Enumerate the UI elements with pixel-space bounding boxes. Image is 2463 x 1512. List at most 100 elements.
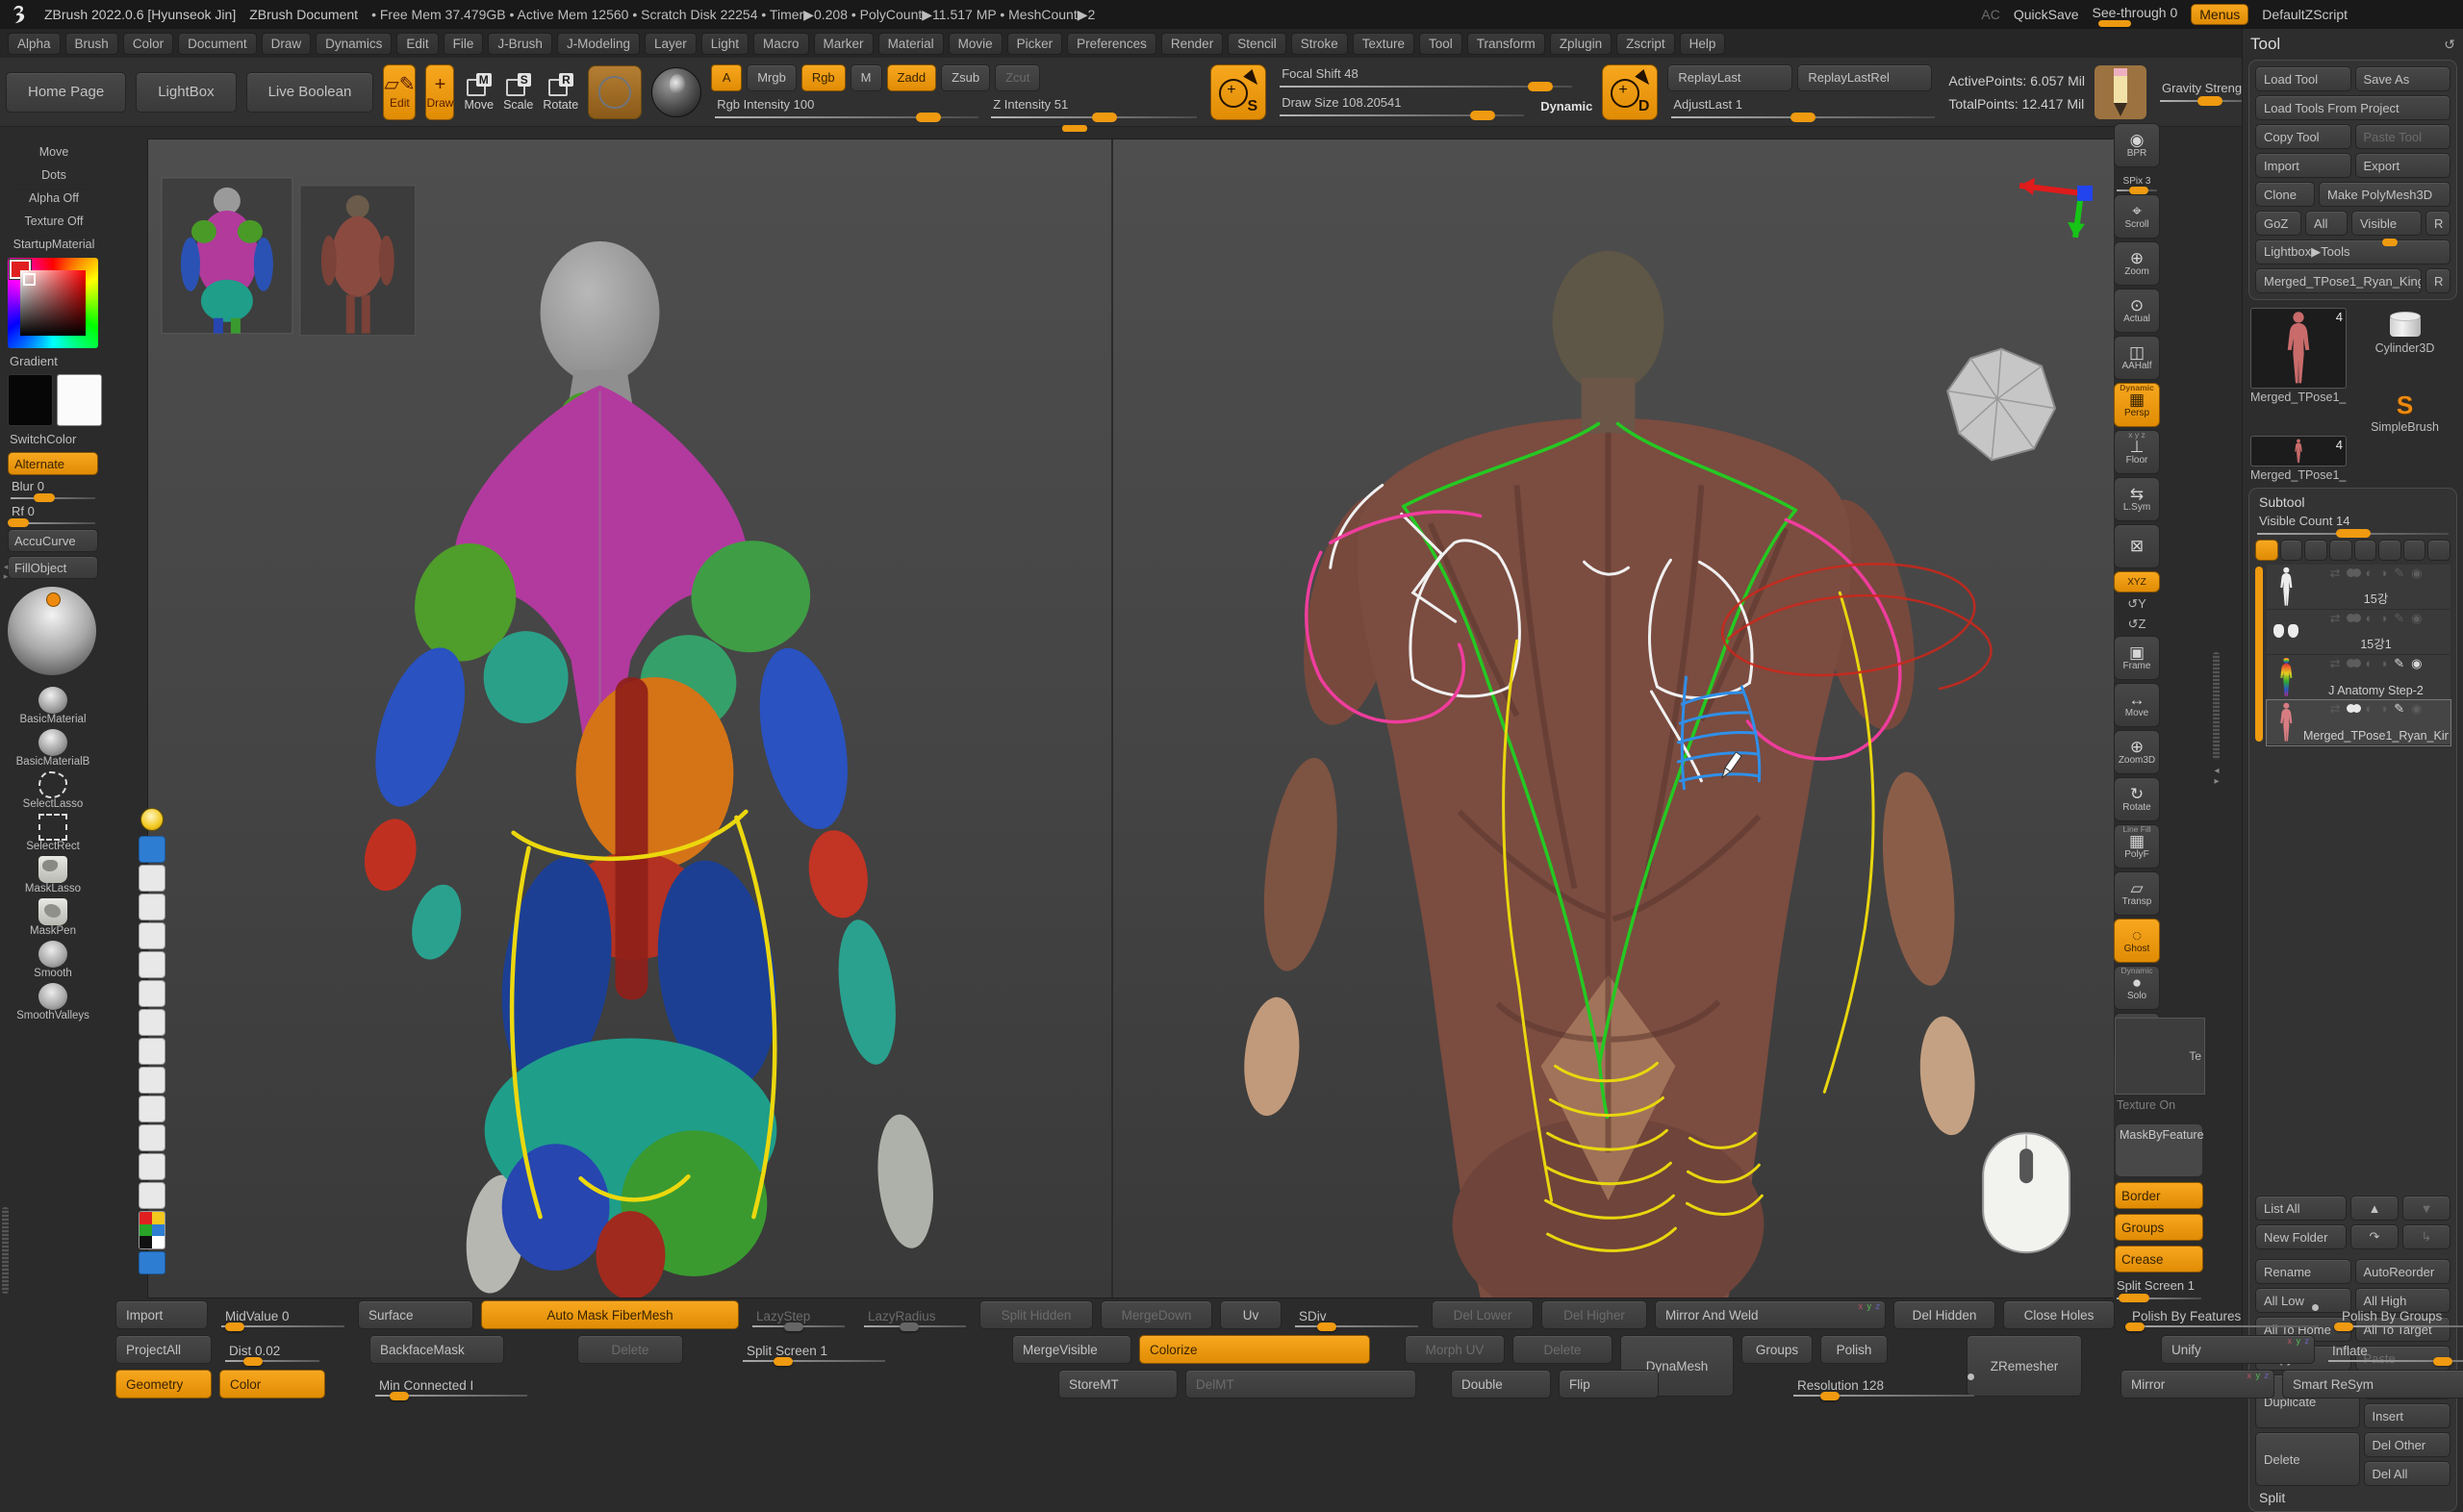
home-page-button[interactable]: Home Page — [6, 72, 126, 113]
left-shelf-thumbnail[interactable]: Texture Off — [8, 212, 100, 231]
bottom-shelf-button[interactable]: Inflatex y z — [2323, 1335, 2463, 1364]
right-tray-divider-arrows[interactable]: ◂▸ — [2210, 766, 2223, 787]
rf-slider[interactable]: Rf 0 — [8, 504, 98, 525]
bottom-shelf-button[interactable]: Uv — [1220, 1300, 1282, 1329]
bottom-shelf-button[interactable]: Min Connected I — [369, 1370, 533, 1399]
15강[interactable]: ⇄ ◐ ◑ ✎ ◉ 15강 — [2267, 565, 2450, 610]
bottom-shelf-button[interactable]: Del Lower — [1432, 1300, 1534, 1329]
export-button[interactable]: Export — [2355, 153, 2451, 178]
move-mode-button[interactable]: M Move — [464, 65, 494, 119]
switch-color-swatches[interactable] — [8, 374, 104, 426]
texture-preview-box[interactable]: Te — [2115, 1018, 2205, 1095]
reorder-icon[interactable]: ⇄ — [2330, 567, 2341, 579]
active-tool-r-button[interactable]: R — [2425, 268, 2450, 293]
split-section-label[interactable]: Split — [2259, 1490, 2450, 1505]
bottom-shelf-button[interactable]: Colorize — [1139, 1335, 1370, 1364]
right-shelf-button[interactable]: ⇆ L.Sym — [2114, 477, 2160, 521]
menu-item[interactable]: Macro — [753, 33, 809, 55]
image-icon[interactable] — [139, 1153, 165, 1180]
document-canvas[interactable] — [147, 139, 2113, 1298]
menu-item[interactable]: Light — [701, 33, 749, 55]
bottom-shelf-button[interactable]: Dist 0.02 — [219, 1335, 325, 1364]
right-shelf-button[interactable]: SPix 3 — [2115, 170, 2159, 191]
menu-item[interactable]: File — [444, 33, 484, 55]
left-shelf-thumbnail[interactable]: Dots — [8, 165, 100, 185]
bottom-shelf-button[interactable]: Import — [115, 1300, 208, 1329]
mask-by-feature-button[interactable]: MaskByFeature — [2115, 1123, 2203, 1177]
menu-item[interactable]: J-Modeling — [557, 33, 640, 55]
eye-icon[interactable]: ◉ — [2411, 702, 2422, 715]
bottom-shelf-button[interactable]: MergeVisible — [1012, 1335, 1131, 1364]
right-shelf-button[interactable]: ⊕ Zoom — [2114, 241, 2160, 286]
menu-item[interactable]: Texture — [1353, 33, 1414, 55]
bottom-shelf-button[interactable]: Surface — [358, 1300, 473, 1329]
bottom-shelf-button[interactable]: SDiv — [1289, 1300, 1424, 1329]
goz-r-button[interactable]: R — [2425, 211, 2450, 236]
menu-item[interactable]: Transform — [1467, 33, 1545, 55]
menu-item[interactable]: Picker — [1007, 33, 1063, 55]
mrgb-button[interactable]: Mrgb — [747, 64, 797, 91]
bottom-shelf-button[interactable]: Polish By Features — [2122, 1300, 2324, 1329]
menu-item[interactable]: Color — [123, 33, 173, 55]
right-shelf-button[interactable]: ◌ Ghost — [2114, 919, 2160, 963]
bottom-shelf-button[interactable]: LazyStep — [747, 1300, 851, 1329]
menu-item[interactable]: J-Brush — [488, 33, 552, 55]
canvas-left-view[interactable] — [148, 139, 1111, 1298]
accucurve-button[interactable]: AccuCurve — [8, 529, 98, 552]
reorder-icon[interactable]: ⇄ — [2330, 702, 2341, 715]
left-shelf-quick-item[interactable]: MaskPen — [8, 895, 98, 937]
reorder-icon[interactable]: ⇄ — [2330, 612, 2341, 624]
split-view-divider[interactable] — [1111, 139, 1113, 1298]
pen-icon[interactable] — [139, 894, 165, 920]
left-tray-scrollbar[interactable] — [2, 1207, 9, 1294]
current-material-sphere[interactable] — [651, 67, 701, 117]
texture-on-label[interactable]: Texture On — [2117, 1098, 2207, 1112]
replaylastrel-button[interactable]: ReplayLastRel — [1797, 64, 1932, 91]
replaylast-button[interactable]: ReplayLast — [1667, 64, 1792, 91]
menu-item[interactable]: Draw — [262, 33, 312, 55]
draw-size-slider[interactable]: Draw Size 108.20541 — [1276, 95, 1528, 118]
J Anatomy Step-2[interactable]: ⇄ ◐ ◑ ✎ ◉ J Anatomy Step-2 — [2267, 655, 2450, 700]
menu-item[interactable]: Preferences — [1067, 33, 1156, 55]
15강1[interactable]: ⇄ ◐ ◑ ✎ ◉ 15강1 — [2267, 610, 2450, 655]
left-shelf-quick-item[interactable]: SelectLasso — [8, 768, 98, 810]
fillobject-button[interactable]: FillObject — [8, 556, 98, 579]
menu-item[interactable]: Alpha — [8, 33, 61, 55]
eye-icon[interactable]: ◉ — [2411, 612, 2422, 624]
annotation-active-color[interactable] — [139, 1251, 165, 1274]
copy-tool-button[interactable]: Copy Tool — [2255, 124, 2351, 149]
bottom-shelf-button[interactable]: Geometry — [115, 1370, 212, 1399]
canvas-right-view[interactable] — [1113, 139, 2114, 1298]
eye-icon[interactable]: ◉ — [2411, 567, 2422, 579]
subtool-view-tab[interactable] — [2403, 540, 2426, 561]
shade-icon[interactable]: ◐ — [2365, 567, 2373, 579]
lightbox-tools-button[interactable]: Lightbox▶Tools — [2255, 239, 2450, 265]
bottom-shelf-button[interactable]: Polish — [1820, 1335, 1888, 1364]
border-button[interactable]: Border — [2115, 1182, 2203, 1209]
ac-toggle[interactable]: AC — [1981, 7, 1999, 22]
rotate-z-button[interactable]: ↺Z — [2115, 616, 2159, 633]
tool-thumbnail-2[interactable]: 4 — [2250, 436, 2347, 466]
rename-button[interactable]: Rename — [2255, 1259, 2351, 1284]
shade2-icon[interactable]: ◑ — [2379, 702, 2387, 715]
menu-item[interactable]: Brush — [65, 33, 118, 55]
eraser-icon[interactable] — [139, 980, 165, 1007]
lightbulb-icon[interactable] — [140, 808, 164, 831]
left-shelf-quick-item[interactable]: BasicMaterialB — [8, 725, 98, 768]
left-shelf-thumbnail[interactable]: Move — [8, 142, 100, 162]
bottom-shelf-button[interactable]: Del Hidden — [1893, 1300, 1995, 1329]
adjustlast-slider[interactable]: AdjustLast 1 — [1667, 97, 1939, 120]
default-zscript-button[interactable]: DefaultZScript — [2262, 7, 2348, 22]
autoreorder-button[interactable]: AutoReorder — [2355, 1259, 2451, 1284]
redo-icon[interactable] — [139, 1067, 165, 1094]
bottom-shelf-button[interactable]: Smart ReSymx y z — [2282, 1370, 2463, 1399]
gravity-direction-widget[interactable] — [2095, 65, 2146, 119]
chat-icon[interactable] — [139, 1124, 165, 1151]
menu-item[interactable]: Zplugin — [1550, 33, 1612, 55]
list-all-button[interactable]: List All — [2255, 1196, 2347, 1221]
menu-item[interactable]: Movie — [949, 33, 1003, 55]
shade2-icon[interactable]: ◑ — [2379, 612, 2387, 624]
gradient-label[interactable]: Gradient — [8, 352, 102, 370]
left-tray-divider-arrows[interactable]: ◂▸ — [0, 562, 12, 581]
right-shelf-button[interactable]: Dynamic ▦ Persp — [2114, 383, 2160, 427]
